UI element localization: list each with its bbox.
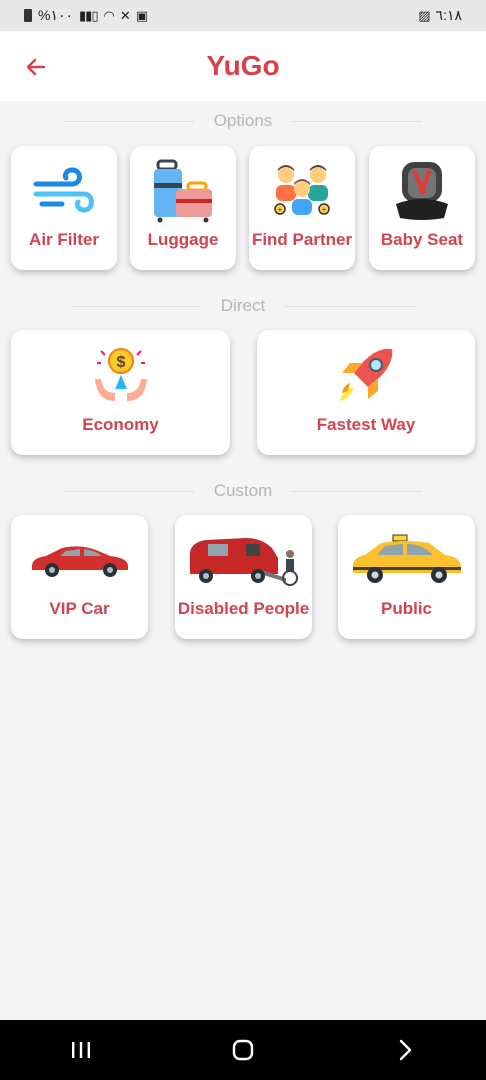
taxi-icon: [338, 525, 475, 595]
direct-economy[interactable]: $ Economy: [11, 330, 230, 455]
custom-vip-car[interactable]: VIP Car: [11, 515, 148, 639]
section-custom: Custom: [0, 480, 486, 502]
divider: [292, 120, 423, 122]
gallery-icon: ▨: [418, 7, 430, 23]
custom-label: Disabled People: [177, 599, 310, 618]
section-title-options: Options: [213, 111, 273, 130]
option-air-filter[interactable]: Air Filter: [11, 146, 117, 270]
luggage-icon: [130, 156, 236, 226]
status-right: ▨ ٦:١٨: [418, 7, 462, 24]
custom-disabled-people[interactable]: Disabled People: [175, 515, 312, 639]
back-button[interactable]: [22, 53, 50, 81]
divider: [285, 305, 416, 307]
option-label: Find Partner: [251, 230, 353, 249]
option-label: Air Filter: [29, 230, 99, 249]
section-title-custom: Custom: [213, 481, 273, 500]
direct-label: Fastest Way: [316, 415, 416, 434]
accessible-van-icon: [175, 525, 312, 595]
direct-fastest-way[interactable]: Fastest Way: [257, 330, 475, 455]
custom-public[interactable]: Public: [338, 515, 475, 639]
baby-seat-icon: [369, 156, 475, 226]
home-icon: [232, 1039, 254, 1061]
section-title-direct: Direct: [220, 296, 266, 315]
option-baby-seat[interactable]: Baby Seat: [369, 146, 475, 270]
mute-icon: ✕: [119, 7, 131, 23]
svg-text:$: $: [116, 354, 125, 371]
battery-level: %١٠٠: [38, 7, 74, 23]
divider: [63, 490, 194, 492]
svg-text:+: +: [278, 205, 283, 214]
custom-label: Public: [380, 599, 432, 618]
recent-apps-icon: [72, 1042, 90, 1058]
divider: [63, 120, 194, 122]
battery-icon: [24, 9, 32, 22]
app-bar: YuGo: [0, 31, 486, 101]
page-title: YuGo: [206, 50, 280, 81]
divider: [70, 305, 201, 307]
status-bar: %١٠٠ ▮▮▯ ◠ ✕ ▣ ▨ ٦:١٨: [0, 0, 486, 31]
option-luggage[interactable]: Luggage: [130, 146, 236, 270]
red-sedan-icon: [11, 525, 148, 595]
section-options: Options: [0, 110, 486, 132]
system-nav-bar: [0, 1020, 486, 1080]
chevron-right-icon: [399, 1039, 412, 1061]
back-arrow-icon: [26, 58, 46, 76]
rocket-icon: [257, 340, 475, 410]
home-button[interactable]: [218, 1030, 268, 1070]
back-nav-button[interactable]: [380, 1030, 430, 1070]
wifi-icon: ◠: [103, 7, 114, 23]
direct-label: Economy: [82, 415, 159, 434]
divider: [292, 490, 423, 492]
custom-label: VIP Car: [49, 599, 110, 618]
recent-apps-button[interactable]: [56, 1030, 106, 1070]
money-hands-icon: $: [11, 340, 230, 410]
status-time: ٦:١٨: [435, 7, 462, 23]
svg-text:+: +: [322, 205, 327, 214]
lock-icon: ▣: [135, 7, 148, 23]
option-find-partner[interactable]: + + Find Partner: [249, 146, 355, 270]
status-left: %١٠٠ ▮▮▯ ◠ ✕ ▣: [24, 7, 148, 24]
partners-icon: + +: [249, 156, 355, 226]
signal-icon: ▮▮▯: [79, 7, 98, 23]
option-label: Baby Seat: [380, 230, 464, 249]
section-direct: Direct: [0, 295, 486, 317]
wind-icon: [11, 156, 117, 226]
option-label: Luggage: [147, 230, 219, 249]
